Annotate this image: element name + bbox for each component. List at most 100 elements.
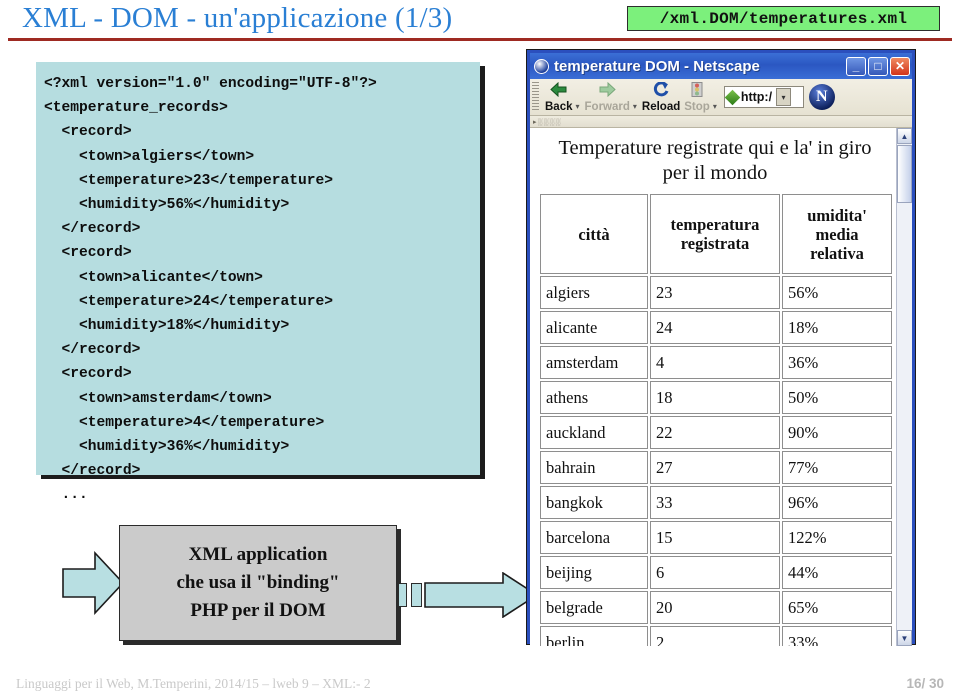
stop-button-label: Stop — [684, 100, 710, 113]
reload-button-label: Reload — [641, 100, 681, 113]
table-row: belgrade 20 65% — [540, 591, 892, 624]
table-cell-humidity: 36% — [782, 346, 892, 379]
maximize-button[interactable]: □ — [868, 56, 888, 76]
column-header-city: città — [540, 194, 648, 274]
reload-icon — [653, 80, 669, 101]
arrow-into-application-icon — [62, 551, 124, 615]
table-row: alicante 24 18% — [540, 311, 892, 344]
table-cell-temperature: 2 — [650, 626, 780, 646]
file-path-badge: /xml.DOM/temperatures.xml — [627, 6, 940, 31]
table-cell-temperature: 4 — [650, 346, 780, 379]
page-icon — [724, 89, 741, 105]
table-row: amsterdam 4 36% — [540, 346, 892, 379]
table-cell-humidity: 33% — [782, 626, 892, 646]
table-cell-humidity: 122% — [782, 521, 892, 554]
stop-button[interactable]: Stop — [682, 81, 712, 113]
table-cell-city: auckland — [540, 416, 648, 449]
table-cell-city: amsterdam — [540, 346, 648, 379]
forward-arrow-icon — [599, 81, 616, 101]
table-cell-temperature: 15 — [650, 521, 780, 554]
footer-credit: Linguaggi per il Web, M.Temperini, 2014/… — [16, 676, 371, 691]
back-button-label: Back — [545, 100, 573, 113]
table-cell-temperature: 22 — [650, 416, 780, 449]
table-cell-city: alicante — [540, 311, 648, 344]
table-cell-temperature: 27 — [650, 451, 780, 484]
address-bar[interactable]: http:/ ▾ — [723, 86, 804, 108]
table-row: bahrain 27 77% — [540, 451, 892, 484]
page-heading: Temperature registrate qui e la' in giro… — [558, 137, 872, 184]
temperatures-table-body: algiers 23 56% alicante 24 18% amsterdam 4 36% at… — [540, 276, 892, 646]
application-box-line-3: PHP per il DOM — [190, 600, 326, 621]
back-arrow-icon — [550, 81, 567, 101]
table-row: algiers 23 56% — [540, 276, 892, 309]
back-history-caret-icon[interactable]: ▾ — [576, 102, 580, 115]
back-button[interactable]: Back — [543, 81, 575, 113]
application-box-line-2: che usa il "binding" — [176, 572, 340, 593]
arrow-to-browser-icon — [424, 572, 538, 618]
footer-page-number: 16/ 30 — [906, 676, 944, 691]
browser-viewport: Temperature registrate qui e la' in giro… — [530, 128, 912, 646]
table-cell-humidity: 65% — [782, 591, 892, 624]
table-cell-city: belgrade — [540, 591, 648, 624]
table-cell-temperature: 20 — [650, 591, 780, 624]
table-row: beijing 6 44% — [540, 556, 892, 589]
table-cell-city: algiers — [540, 276, 648, 309]
forward-button-label: Forward — [584, 100, 630, 113]
table-cell-city: bangkok — [540, 486, 648, 519]
table-row: barcelona 15 122% — [540, 521, 892, 554]
table-cell-temperature: 18 — [650, 381, 780, 414]
table-cell-city: beijing — [540, 556, 648, 589]
toolbar-drag-grip[interactable] — [532, 82, 539, 112]
xml-source-code: <?xml version="1.0" encoding="UTF-8"?> <… — [44, 76, 377, 504]
personal-toolbar-grip-icon: ▸░░░░ — [533, 117, 562, 126]
table-cell-humidity: 56% — [782, 276, 892, 309]
minimize-button[interactable]: _ — [846, 56, 866, 76]
netscape-logo-icon[interactable]: N — [808, 84, 835, 110]
browser-titlebar: temperature DOM - Netscape _ □ ✕ — [530, 53, 912, 79]
scrollbar-thumb[interactable] — [897, 145, 912, 203]
scroll-up-icon[interactable]: ▲ — [897, 128, 912, 144]
title-divider — [8, 38, 952, 41]
stop-icon — [691, 81, 703, 101]
column-header-humidity: umidita' media relativa — [782, 194, 892, 274]
toolbar-overflow-caret-icon[interactable]: ▾ — [713, 102, 717, 115]
vertical-scrollbar[interactable]: ▲ ▼ — [896, 128, 912, 646]
personal-toolbar[interactable]: ▸░░░░ — [530, 116, 912, 128]
table-cell-humidity: 77% — [782, 451, 892, 484]
table-cell-city: athens — [540, 381, 648, 414]
table-cell-city: berlin — [540, 626, 648, 646]
table-cell-temperature: 23 — [650, 276, 780, 309]
reload-button[interactable]: Reload — [640, 80, 682, 113]
browser-window: temperature DOM - Netscape _ □ ✕ Back ▾ … — [527, 50, 915, 646]
xml-application-box: XML application che usa il "binding" PHP… — [119, 525, 397, 641]
table-cell-humidity: 96% — [782, 486, 892, 519]
netscape-app-icon — [534, 58, 549, 74]
table-cell-temperature: 24 — [650, 311, 780, 344]
table-header-row: città temperatura registrata umidita' me… — [540, 194, 892, 274]
browser-window-title: temperature DOM - Netscape — [554, 57, 760, 75]
table-row: auckland 22 90% — [540, 416, 892, 449]
table-cell-humidity: 18% — [782, 311, 892, 344]
table-row: athens 18 50% — [540, 381, 892, 414]
browser-toolbar: Back ▾ Forward ▾ Reload Stop ▾ http:/ ▾ … — [530, 79, 912, 116]
table-cell-city: bahrain — [540, 451, 648, 484]
page-title: XML - DOM - un'applicazione (1/3) — [22, 2, 453, 34]
table-cell-humidity: 50% — [782, 381, 892, 414]
address-dropdown-icon[interactable]: ▾ — [776, 88, 792, 106]
temperatures-table: città temperatura registrata umidita' me… — [538, 192, 894, 646]
table-cell-temperature: 33 — [650, 486, 780, 519]
table-row: bangkok 33 96% — [540, 486, 892, 519]
xml-source-panel: <?xml version="1.0" encoding="UTF-8"?> <… — [36, 62, 480, 503]
close-button[interactable]: ✕ — [890, 56, 910, 76]
forward-button[interactable]: Forward — [583, 81, 632, 113]
scroll-down-icon[interactable]: ▼ — [897, 630, 912, 646]
address-bar-value: http:/ — [740, 90, 773, 104]
table-row: berlin 2 33% — [540, 626, 892, 646]
table-cell-temperature: 6 — [650, 556, 780, 589]
rendered-page: Temperature registrate qui e la' in giro… — [530, 128, 896, 646]
table-cell-humidity: 44% — [782, 556, 892, 589]
table-cell-city: barcelona — [540, 521, 648, 554]
application-box-line-1: XML application — [188, 544, 328, 565]
table-cell-humidity: 90% — [782, 416, 892, 449]
forward-history-caret-icon[interactable]: ▾ — [633, 102, 637, 115]
